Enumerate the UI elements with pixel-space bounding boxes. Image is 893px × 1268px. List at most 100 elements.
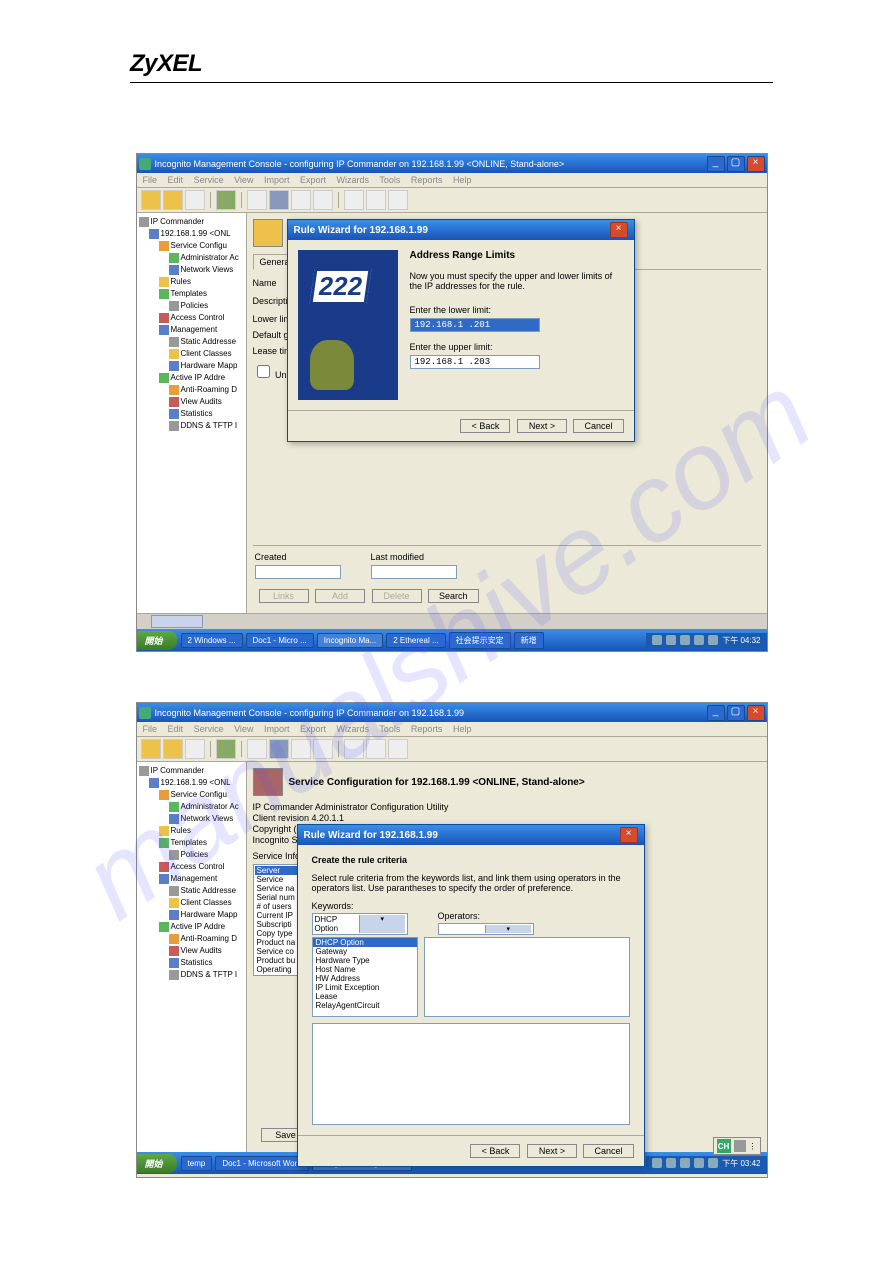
tree-item[interactable]: Static Addresse (139, 336, 244, 348)
toolbar-btn[interactable] (313, 190, 333, 210)
tree-item[interactable]: Active IP Addre (139, 921, 244, 933)
language-bar[interactable]: CH ⋮ (713, 1137, 761, 1155)
toolbar-btn[interactable] (313, 739, 333, 759)
menu-wizards[interactable]: Wizards (337, 724, 370, 734)
tree-item[interactable]: Access Control (139, 312, 244, 324)
tree-item[interactable]: Rules (139, 825, 244, 837)
tree-item[interactable]: View Audits (139, 396, 244, 408)
list-item[interactable]: IP Limit Exception (313, 983, 417, 992)
list-item[interactable]: DHCP Option (313, 938, 417, 947)
taskbar-item[interactable]: Doc1 - Microsoft Word (215, 1156, 308, 1171)
help-icon[interactable] (388, 739, 408, 759)
dialog-close-button[interactable]: × (610, 222, 628, 238)
tree-item[interactable]: Client Classes (139, 348, 244, 360)
tree-item[interactable]: Service Configu (139, 789, 244, 801)
taskbar-item[interactable]: Incognito Ma... (317, 633, 383, 648)
tree-item[interactable]: Client Classes (139, 897, 244, 909)
menu-edit[interactable]: Edit (168, 724, 184, 734)
tree-item[interactable]: Policies (139, 300, 244, 312)
menu-tools[interactable]: Tools (379, 175, 400, 185)
list-item[interactable]: Host Name (313, 965, 417, 974)
tree-item[interactable]: Network Views (139, 813, 244, 825)
minimize-button[interactable]: _ (707, 705, 725, 721)
taskbar-item[interactable]: Doc1 - Micro ... (246, 633, 314, 648)
back-button[interactable]: < Back (470, 1144, 520, 1158)
menu-import[interactable]: Import (264, 724, 290, 734)
menu-service[interactable]: Service (194, 724, 224, 734)
zoom-icon[interactable] (366, 739, 386, 759)
tray-icon[interactable] (680, 1158, 690, 1168)
tree-item[interactable]: Management (139, 873, 244, 885)
checkbox-unlimited[interactable] (257, 365, 270, 378)
nav-tree[interactable]: IP Commander 192.168.1.99 <ONL Service C… (137, 213, 247, 613)
tree-item[interactable]: Access Control (139, 861, 244, 873)
menu-help[interactable]: Help (453, 175, 472, 185)
list-item[interactable]: HW Address (313, 974, 417, 983)
menu-import[interactable]: Import (264, 175, 290, 185)
taskbar-item[interactable]: temp (181, 1156, 213, 1171)
start-button[interactable]: 開始 (137, 631, 177, 650)
tree-root[interactable]: IP Commander (139, 216, 244, 228)
menu-view[interactable]: View (234, 175, 253, 185)
menu-reports[interactable]: Reports (411, 724, 443, 734)
ime-icon[interactable]: CH (717, 1139, 731, 1153)
tree-item[interactable]: Anti-Roaming D (139, 933, 244, 945)
dialog-close-button[interactable]: × (620, 827, 638, 843)
list-item[interactable]: Lease (313, 992, 417, 1001)
maximize-button[interactable]: ▢ (727, 156, 745, 172)
tray-icon[interactable] (680, 635, 690, 645)
cancel-button[interactable]: Cancel (573, 419, 623, 433)
toolbar-btn[interactable] (247, 190, 267, 210)
menu-file[interactable]: File (143, 724, 158, 734)
tree-item[interactable]: Rules (139, 276, 244, 288)
cancel-button[interactable]: Cancel (583, 1144, 633, 1158)
menu-file[interactable]: File (143, 175, 158, 185)
minimize-button[interactable]: _ (707, 156, 725, 172)
operators-combo[interactable]: ▾ (438, 923, 534, 935)
tray-icon[interactable] (694, 635, 704, 645)
zoom-icon[interactable] (366, 190, 386, 210)
toolbar-btn[interactable] (141, 190, 161, 210)
tree-item[interactable]: Policies (139, 849, 244, 861)
taskbar-item[interactable]: 2 Ethereal ... (386, 633, 445, 648)
nav-tree[interactable]: IP Commander 192.168.1.99 <ONL Service C… (137, 762, 247, 1152)
menu-help[interactable]: Help (453, 724, 472, 734)
horizontal-scrollbar[interactable] (137, 613, 767, 629)
taskbar-item[interactable]: 2 Windows ... (181, 633, 243, 648)
ime-handle-icon[interactable]: ⋮ (749, 1142, 757, 1151)
toolbar-btn[interactable] (344, 739, 364, 759)
tray-icon[interactable] (666, 1158, 676, 1168)
toolbar-btn[interactable] (291, 739, 311, 759)
menu-view[interactable]: View (234, 724, 253, 734)
upper-limit-input[interactable]: 192.168.1 .203 (410, 355, 540, 369)
tree-item[interactable]: Statistics (139, 957, 244, 969)
close-button[interactable]: × (747, 156, 765, 172)
toolbar-btn[interactable] (185, 190, 205, 210)
tree-item[interactable]: Service Configu (139, 240, 244, 252)
next-button[interactable]: Next > (527, 1144, 577, 1158)
list-item[interactable]: Gateway (313, 947, 417, 956)
toolbar-btn[interactable] (163, 190, 183, 210)
tree-host[interactable]: 192.168.1.99 <ONL (139, 777, 244, 789)
rule-expression-box[interactable] (312, 1023, 630, 1125)
toolbar-btn[interactable] (269, 190, 289, 210)
menu-wizards[interactable]: Wizards (337, 175, 370, 185)
chevron-down-icon[interactable]: ▾ (485, 925, 531, 933)
menu-export[interactable]: Export (300, 724, 326, 734)
tray-icon[interactable] (652, 1158, 662, 1168)
menu-tools[interactable]: Tools (379, 724, 400, 734)
tree-item[interactable]: Static Addresse (139, 885, 244, 897)
toolbar-btn[interactable] (216, 190, 236, 210)
tray-icon[interactable] (708, 635, 718, 645)
lower-limit-input[interactable]: 192.168.1 .201 (410, 318, 540, 332)
menu-export[interactable]: Export (300, 175, 326, 185)
chevron-down-icon[interactable]: ▾ (359, 915, 405, 933)
back-button[interactable]: < Back (460, 419, 510, 433)
tree-item[interactable]: Anti-Roaming D (139, 384, 244, 396)
tree-item[interactable]: Hardware Mapp (139, 360, 244, 372)
toolbar-btn[interactable] (185, 739, 205, 759)
list-item[interactable]: RelayAgentCircuit (313, 1001, 417, 1010)
tree-item[interactable]: Administrator Ac (139, 252, 244, 264)
tree-item[interactable]: View Audits (139, 945, 244, 957)
menu-reports[interactable]: Reports (411, 175, 443, 185)
